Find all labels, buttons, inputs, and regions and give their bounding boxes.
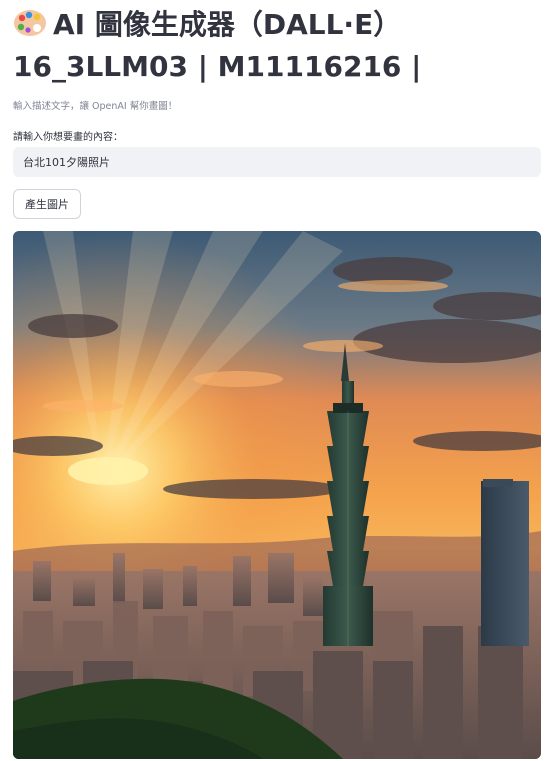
prompt-input-label: 請輸入你想要畫的內容： [13,132,123,143]
generate-image-button[interactable]: 產生圖片 [13,189,81,219]
app-page: AI 圖像生成器（DALL·E）16_3LLM03 | M11116216 | … [0,0,554,761]
page-title-text: AI 圖像生成器（DALL·E）16_3LLM03 | M11116216 | [13,8,422,83]
page-title: AI 圖像生成器（DALL·E）16_3LLM03 | M11116216 | [13,4,543,88]
artist-palette-icon [14,10,46,36]
generated-image-canvas [13,231,541,759]
generated-image [13,231,541,759]
page-caption: 輸入描述文字，讓 OpenAI 幫你畫圖！ [13,101,178,112]
prompt-input[interactable] [13,147,541,177]
right-skyscraper [481,479,529,646]
